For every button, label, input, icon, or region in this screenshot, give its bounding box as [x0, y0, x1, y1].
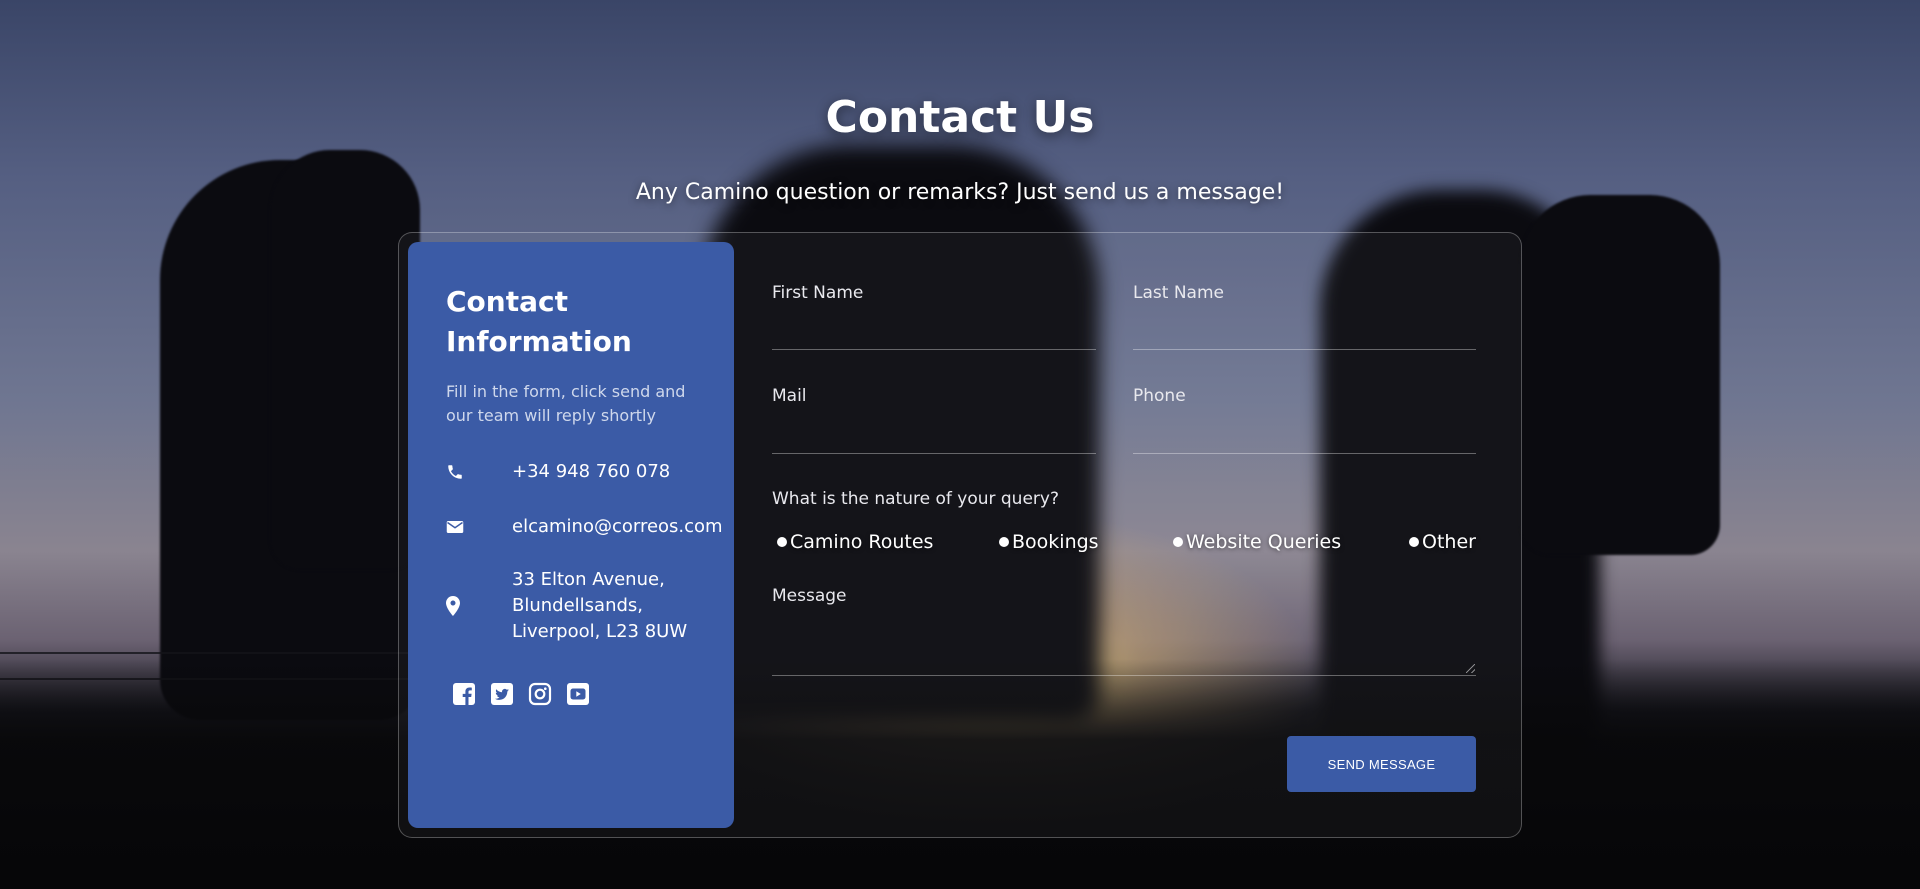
first-name-underline — [772, 349, 1096, 350]
last-name-field: Last Name — [1133, 283, 1476, 353]
radio-label: Other — [1422, 531, 1476, 553]
phone-input[interactable] — [1133, 422, 1476, 452]
last-name-underline — [1133, 349, 1476, 350]
radio-other[interactable]: Other — [1409, 531, 1476, 553]
instagram-icon[interactable] — [526, 680, 554, 708]
radio-dot[interactable] — [999, 537, 1009, 547]
mail-label: Mail — [772, 386, 807, 406]
radio-bookings[interactable]: Bookings — [999, 531, 1099, 553]
envelope-icon — [446, 514, 512, 540]
first-name-field: First Name — [772, 283, 1096, 353]
first-name-label: First Name — [772, 283, 864, 303]
query-label: What is the nature of your query? — [772, 489, 1059, 509]
radio-label: Bookings — [1012, 531, 1099, 553]
resize-handle[interactable] — [1466, 664, 1475, 673]
radio-dot[interactable] — [1173, 537, 1183, 547]
phone-number[interactable]: +34 948 760 078 — [512, 459, 732, 485]
twitter-icon[interactable] — [488, 680, 516, 708]
address-row: 33 Elton Avenue, Blundellsands, Liverpoo… — [446, 567, 692, 645]
contact-card: Contact Information Fill in the form, cl… — [398, 232, 1522, 838]
last-name-input[interactable] — [1133, 319, 1476, 349]
phone-label: Phone — [1133, 386, 1186, 406]
last-name-label: Last Name — [1133, 283, 1224, 303]
send-message-button[interactable]: SEND MESSAGE — [1287, 736, 1476, 792]
radio-label: Camino Routes — [790, 531, 934, 553]
radio-dot[interactable] — [1409, 537, 1419, 547]
radio-website-queries[interactable]: Website Queries — [1173, 531, 1341, 553]
phone-field: Phone — [1133, 386, 1476, 456]
facebook-icon[interactable] — [450, 680, 478, 708]
mail-input[interactable] — [772, 422, 1096, 452]
phone-row: +34 948 760 078 — [446, 459, 732, 485]
social-links — [450, 680, 592, 708]
message-label: Message — [772, 586, 847, 606]
power-line — [0, 652, 420, 654]
backpack-silhouette — [1520, 195, 1720, 555]
page-subtitle: Any Camino question or remarks? Just sen… — [635, 180, 1285, 205]
contact-info-heading: Contact Information — [446, 285, 632, 358]
contact-form: First Name Last Name Mail Phone What is … — [772, 233, 1521, 837]
contact-info-description: Fill in the form, click send and our tea… — [446, 382, 686, 425]
contact-info-panel: Contact Information Fill in the form, cl… — [408, 242, 734, 828]
map-pin-icon — [446, 567, 512, 645]
radio-dot[interactable] — [777, 537, 787, 547]
phone-underline — [1133, 453, 1476, 454]
first-name-input[interactable] — [772, 319, 1096, 349]
message-textarea[interactable] — [772, 611, 1476, 676]
page-title: Contact Us — [825, 92, 1095, 143]
postal-address: 33 Elton Avenue, Blundellsands, Liverpoo… — [512, 569, 688, 642]
radio-label: Website Queries — [1186, 531, 1342, 553]
mail-field: Mail — [772, 386, 1096, 456]
radio-camino-routes[interactable]: Camino Routes — [777, 531, 933, 553]
email-row: elcamino@correos.com — [446, 514, 732, 540]
phone-icon — [446, 459, 512, 485]
youtube-icon[interactable] — [564, 680, 592, 708]
mail-underline — [772, 453, 1096, 454]
email-address[interactable]: elcamino@correos.com — [512, 514, 732, 540]
